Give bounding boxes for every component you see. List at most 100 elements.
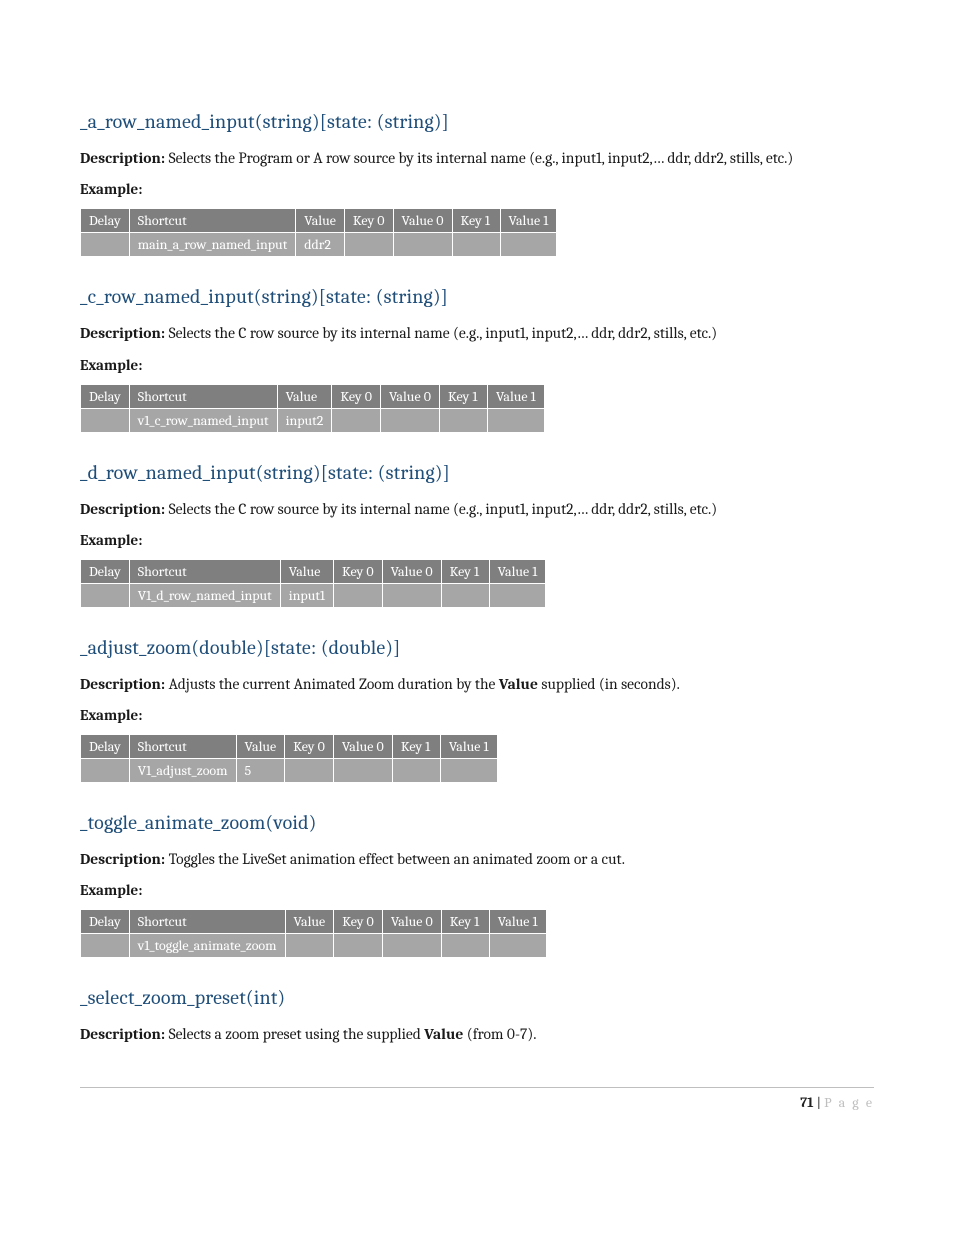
example-label: Example: xyxy=(80,706,874,724)
example-label: Example: xyxy=(80,180,874,198)
table-header-row: Delay Shortcut Value Key 0 Value 0 Key 1… xyxy=(81,384,545,408)
page-label: P a g e xyxy=(824,1094,874,1111)
doc-section: _c_row_named_input(string)[state: (strin… xyxy=(80,285,874,432)
cell-delay xyxy=(81,759,130,783)
table-header-row: Delay Shortcut Value Key 0 Value 0 Key 1… xyxy=(81,209,557,233)
cell-shortcut: main_a_row_named_input xyxy=(129,233,295,257)
description-text: Description: Selects the C row source by… xyxy=(80,498,874,521)
doc-section: _d_row_named_input(string)[state: (strin… xyxy=(80,461,874,608)
th-shortcut: Shortcut xyxy=(129,559,280,583)
th-value: Value xyxy=(285,910,334,934)
th-shortcut: Shortcut xyxy=(129,735,236,759)
th-value: Value xyxy=(277,384,332,408)
th-key0: Key 0 xyxy=(332,384,381,408)
th-delay: Delay xyxy=(81,384,130,408)
cell-value1 xyxy=(500,233,557,257)
cell-delay xyxy=(81,233,130,257)
page-number: 71 xyxy=(800,1094,813,1111)
th-key1: Key 1 xyxy=(452,209,500,233)
cell-value1 xyxy=(489,934,546,958)
description-label: Description: xyxy=(80,324,165,342)
desc-body: Selects the C row source by its internal… xyxy=(169,500,718,518)
th-value1: Value 1 xyxy=(487,384,544,408)
cell-value: input1 xyxy=(280,583,333,607)
table-row: main_a_row_named_input ddr2 xyxy=(81,233,557,257)
table-row: V1_d_row_named_input input1 xyxy=(81,583,546,607)
th-value0: Value 0 xyxy=(333,735,392,759)
table-header-row: Delay Shortcut Value Key 0 Value 0 Key 1… xyxy=(81,910,547,934)
desc-body: Selects the C row source by its internal… xyxy=(169,324,718,342)
cell-value0 xyxy=(382,934,441,958)
th-value0: Value 0 xyxy=(393,209,452,233)
th-key1: Key 1 xyxy=(441,559,489,583)
table-row: V1_adjust_zoom 5 xyxy=(81,759,498,783)
cell-value: input2 xyxy=(277,408,332,432)
doc-section: _a_row_named_input(string)[state: (strin… xyxy=(80,110,874,257)
doc-section: _toggle_animate_zoom(void) Description: … xyxy=(80,811,874,958)
th-shortcut: Shortcut xyxy=(129,209,295,233)
th-key0: Key 0 xyxy=(285,735,334,759)
cell-delay xyxy=(81,934,130,958)
example-table: Delay Shortcut Value Key 0 Value 0 Key 1… xyxy=(80,909,547,958)
th-value: Value xyxy=(236,735,285,759)
page-footer: 71 | P a g e xyxy=(80,1087,874,1111)
desc-bold: Value xyxy=(424,1025,463,1043)
example-label: Example: xyxy=(80,356,874,374)
description-label: Description: xyxy=(80,149,165,167)
cell-shortcut: V1_adjust_zoom xyxy=(129,759,236,783)
cell-value1 xyxy=(487,408,544,432)
description-label: Description: xyxy=(80,675,165,693)
th-key0: Key 0 xyxy=(344,209,393,233)
cell-key0 xyxy=(285,759,334,783)
description-text: Description: Adjusts the current Animate… xyxy=(80,673,874,696)
example-table: Delay Shortcut Value Key 0 Value 0 Key 1… xyxy=(80,559,546,608)
cell-key1 xyxy=(452,233,500,257)
th-shortcut: Shortcut xyxy=(129,384,277,408)
description-text: Description: Selects the Program or A ro… xyxy=(80,147,874,170)
cell-delay xyxy=(81,583,130,607)
function-heading: _d_row_named_input(string)[state: (strin… xyxy=(80,461,874,484)
desc-post: supplied (in seconds). xyxy=(538,675,680,693)
function-heading: _a_row_named_input(string)[state: (strin… xyxy=(80,110,874,133)
cell-key0 xyxy=(334,934,383,958)
table-header-row: Delay Shortcut Value Key 0 Value 0 Key 1… xyxy=(81,559,546,583)
cell-key1 xyxy=(441,583,489,607)
cell-value1 xyxy=(489,583,546,607)
desc-body: Toggles the LiveSet animation effect bet… xyxy=(169,850,625,868)
desc-post: (from 0-7). xyxy=(463,1025,536,1043)
th-key0: Key 0 xyxy=(333,559,382,583)
cell-key0 xyxy=(344,233,393,257)
th-key1: Key 1 xyxy=(441,910,489,934)
th-value: Value xyxy=(296,209,345,233)
table-row: v1_c_row_named_input input2 xyxy=(81,408,545,432)
th-delay: Delay xyxy=(81,735,130,759)
document-page: _a_row_named_input(string)[state: (strin… xyxy=(0,0,954,1160)
table-header-row: Delay Shortcut Value Key 0 Value 0 Key 1… xyxy=(81,735,498,759)
example-table: Delay Shortcut Value Key 0 Value 0 Key 1… xyxy=(80,384,545,433)
function-heading: _c_row_named_input(string)[state: (strin… xyxy=(80,285,874,308)
th-key1: Key 1 xyxy=(392,735,440,759)
th-value: Value xyxy=(280,559,333,583)
cell-key1 xyxy=(439,408,487,432)
th-value0: Value 0 xyxy=(382,910,441,934)
example-label: Example: xyxy=(80,881,874,899)
cell-value0 xyxy=(382,583,441,607)
description-text: Description: Toggles the LiveSet animati… xyxy=(80,848,874,871)
example-table: Delay Shortcut Value Key 0 Value 0 Key 1… xyxy=(80,734,498,783)
table-row: v1_toggle_animate_zoom xyxy=(81,934,547,958)
th-value0: Value 0 xyxy=(380,384,439,408)
description-text: Description: Selects a zoom preset using… xyxy=(80,1023,874,1046)
th-value1: Value 1 xyxy=(489,910,546,934)
description-label: Description: xyxy=(80,1025,165,1043)
th-delay: Delay xyxy=(81,910,130,934)
th-value1: Value 1 xyxy=(500,209,557,233)
th-key0: Key 0 xyxy=(334,910,383,934)
cell-shortcut: V1_d_row_named_input xyxy=(129,583,280,607)
th-value1: Value 1 xyxy=(440,735,497,759)
cell-shortcut: v1_toggle_animate_zoom xyxy=(129,934,285,958)
cell-value0 xyxy=(380,408,439,432)
function-heading: _adjust_zoom(double)[state: (double)] xyxy=(80,636,874,659)
th-delay: Delay xyxy=(81,559,130,583)
cell-key0 xyxy=(333,583,382,607)
description-text: Description: Selects the C row source by… xyxy=(80,322,874,345)
